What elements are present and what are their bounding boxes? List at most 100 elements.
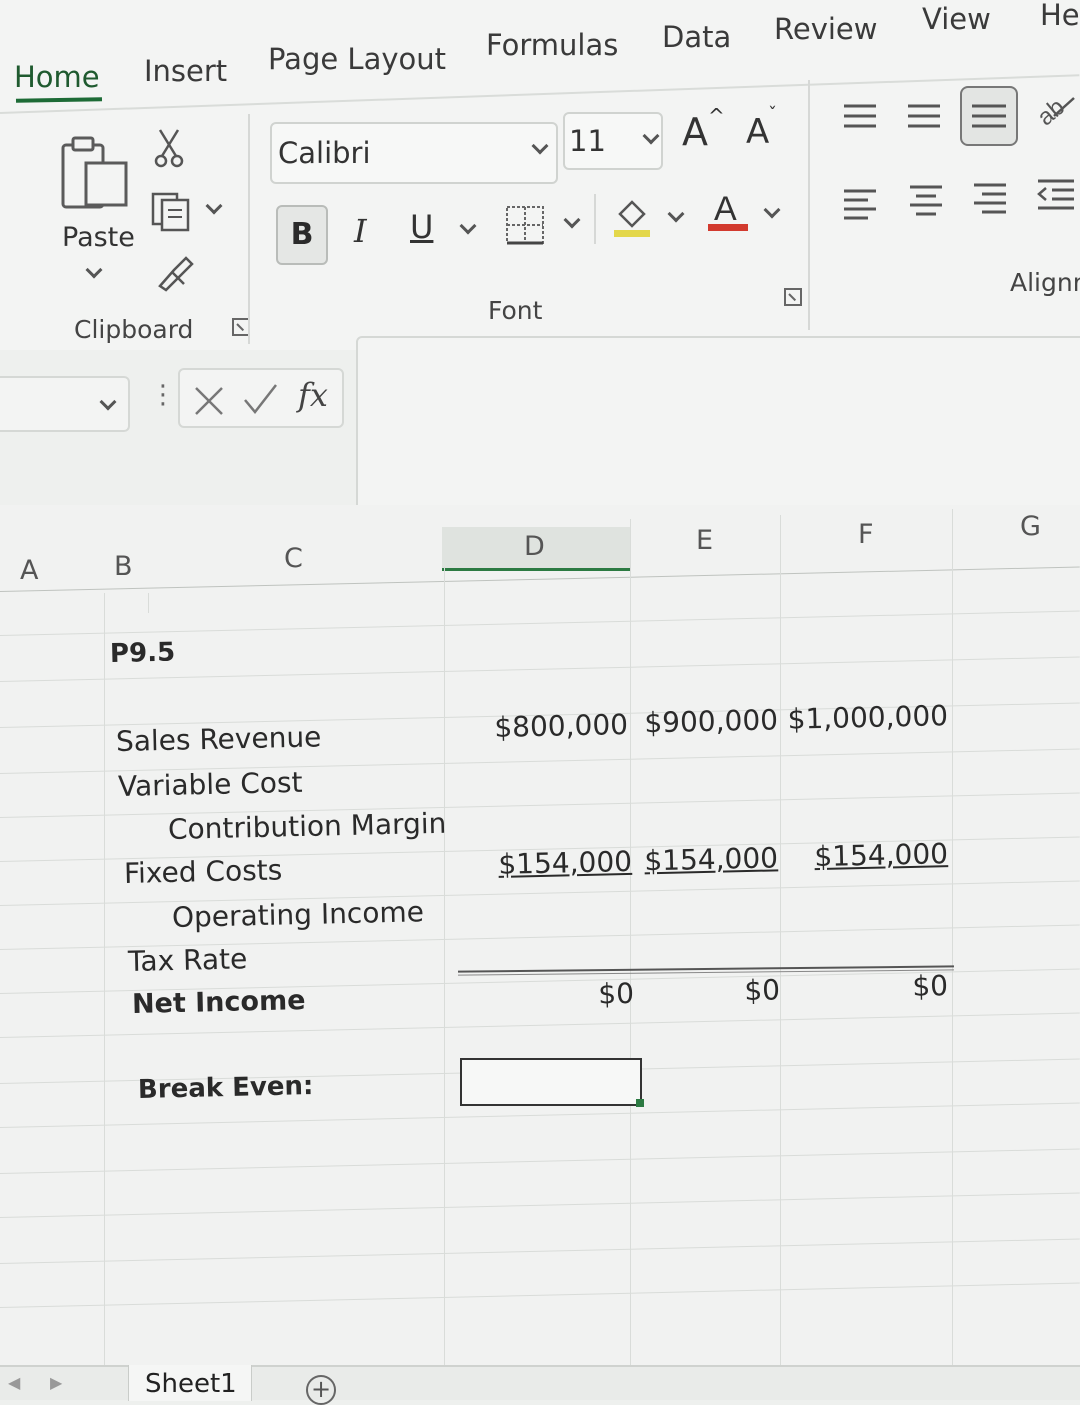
tab-page-layout[interactable]: Page Layout — [268, 42, 446, 76]
label-contribution-margin[interactable]: Contribution Margin — [168, 807, 447, 846]
font-color-button[interactable]: A — [706, 188, 750, 240]
font-color-dropdown-chevron-icon[interactable] — [763, 201, 781, 219]
align-center-icon — [910, 185, 942, 216]
label-variable-cost[interactable]: Variable Cost — [118, 766, 303, 803]
column-header-d[interactable]: D — [524, 531, 545, 562]
bold-button[interactable]: B — [276, 205, 328, 265]
cut-button[interactable] — [152, 126, 186, 174]
column-header-b[interactable]: B — [114, 551, 133, 582]
title-cell[interactable]: P9.5 — [110, 638, 176, 669]
column-header-c[interactable]: C — [284, 543, 303, 574]
font-name-value: Calibri — [278, 136, 371, 170]
sales-revenue-e[interactable]: $900,000 — [632, 703, 778, 739]
decrease-caret-icon: ˇ — [768, 104, 777, 125]
bottom-align-button[interactable] — [960, 86, 1018, 146]
align-left-button[interactable] — [840, 186, 880, 230]
name-box[interactable] — [0, 376, 130, 432]
column-header-g[interactable]: G — [1020, 511, 1041, 542]
font-dropdown-chevron-icon — [531, 137, 549, 155]
group-divider — [808, 80, 810, 330]
column-line — [444, 567, 445, 1365]
paste-dropdown-chevron-icon[interactable] — [85, 261, 103, 279]
font-color-icon: A — [708, 190, 748, 231]
align-center-button[interactable] — [906, 182, 946, 226]
middle-align-icon — [908, 104, 940, 128]
break-even-cell[interactable] — [460, 1058, 642, 1106]
fixed-costs-d[interactable]: $154,000 — [446, 845, 632, 882]
more-options-icon[interactable]: ⋮ — [150, 380, 176, 410]
label-operating-income[interactable]: Operating Income — [172, 895, 425, 934]
increase-font-size-button[interactable]: A — [682, 110, 708, 154]
tab-formulas[interactable]: Formulas — [486, 28, 618, 62]
clipboard-group-label: Clipboard — [74, 315, 194, 344]
font-name-dropdown[interactable]: Calibri — [270, 122, 558, 184]
add-sheet-button[interactable]: + — [306, 1375, 336, 1405]
align-left-icon — [844, 189, 876, 220]
copy-dropdown-chevron-icon[interactable] — [205, 197, 223, 215]
font-dialog-launcher-icon[interactable] — [784, 288, 802, 306]
font-size-chevron-icon — [642, 127, 660, 145]
sheet-tab-sheet1[interactable]: Sheet1 — [128, 1365, 252, 1401]
fixed-costs-f[interactable]: $154,000 — [782, 837, 948, 874]
orientation-button[interactable]: ab — [1030, 86, 1080, 134]
fixed-costs-e[interactable]: $154,000 — [632, 841, 778, 877]
tab-help[interactable]: He — [1040, 0, 1080, 32]
decrease-font-size-button[interactable]: A — [746, 112, 769, 152]
row-line — [0, 1148, 1080, 1174]
scroll-right-icon[interactable]: ▶ — [50, 1373, 62, 1392]
tab-review[interactable]: Review — [774, 12, 877, 46]
column-header-e[interactable]: E — [696, 525, 713, 556]
label-break-even[interactable]: Break Even: — [138, 1071, 314, 1105]
font-size-dropdown[interactable]: 11 — [563, 112, 663, 170]
row-line — [0, 1102, 1080, 1128]
tab-insert[interactable]: Insert — [144, 54, 227, 88]
label-sales-revenue[interactable]: Sales Revenue — [116, 720, 322, 758]
net-income-f[interactable]: $0 — [782, 969, 948, 1006]
row-line — [0, 1238, 1080, 1264]
fill-color-bucket-icon — [614, 200, 650, 237]
align-right-button[interactable] — [970, 180, 1010, 224]
label-fixed-costs[interactable]: Fixed Costs — [124, 853, 283, 890]
name-box-chevron-icon[interactable] — [99, 393, 117, 411]
underline-button[interactable]: U — [410, 208, 433, 246]
cancel-entry-icon[interactable] — [192, 384, 226, 418]
middle-align-button[interactable] — [904, 100, 944, 136]
paste-label[interactable]: Paste — [62, 222, 135, 253]
borders-dropdown-chevron-icon[interactable] — [563, 211, 581, 229]
column-line — [148, 593, 149, 613]
increase-caret-icon: ^ — [708, 104, 725, 128]
underline-dropdown-chevron-icon[interactable] — [459, 217, 477, 235]
fill-color-dropdown-chevron-icon[interactable] — [667, 205, 685, 223]
format-painter-button[interactable] — [154, 254, 196, 298]
paste-icon — [61, 136, 128, 209]
sales-revenue-f[interactable]: $1,000,000 — [782, 699, 948, 736]
align-right-icon — [974, 183, 1006, 214]
decrease-indent-icon — [1037, 179, 1074, 210]
net-income-e[interactable]: $0 — [632, 973, 780, 1009]
formula-input[interactable] — [356, 336, 1080, 512]
paste-button[interactable] — [58, 135, 132, 225]
top-align-button[interactable] — [840, 102, 880, 136]
label-tax-rate[interactable]: Tax Rate — [128, 942, 248, 978]
alignment-group-label: Alignn — [1010, 268, 1080, 297]
tab-view[interactable]: View — [922, 2, 991, 36]
copy-button[interactable] — [150, 190, 194, 238]
scroll-left-icon[interactable]: ◀ — [8, 1373, 20, 1392]
column-line — [780, 515, 781, 1365]
confirm-entry-icon[interactable] — [242, 382, 278, 416]
column-header-a[interactable]: A — [20, 555, 38, 586]
sheet-tab-bar: ◀ ▶ Sheet1 + — [0, 1365, 1080, 1405]
sales-revenue-d[interactable]: $800,000 — [446, 708, 628, 745]
tab-data[interactable]: Data — [662, 20, 731, 54]
column-header-f[interactable]: F — [858, 519, 874, 550]
italic-button[interactable]: I — [354, 212, 367, 250]
decrease-indent-button[interactable] — [1034, 176, 1078, 220]
fill-color-button[interactable] — [610, 194, 654, 244]
net-income-d[interactable]: $0 — [446, 977, 634, 1014]
borders-button[interactable] — [504, 204, 546, 250]
group-divider — [594, 194, 596, 244]
fill-handle[interactable] — [636, 1099, 644, 1107]
tab-home[interactable]: Home — [14, 60, 100, 94]
insert-function-button[interactable]: fx — [298, 376, 328, 414]
label-net-income[interactable]: Net Income — [132, 985, 306, 1020]
